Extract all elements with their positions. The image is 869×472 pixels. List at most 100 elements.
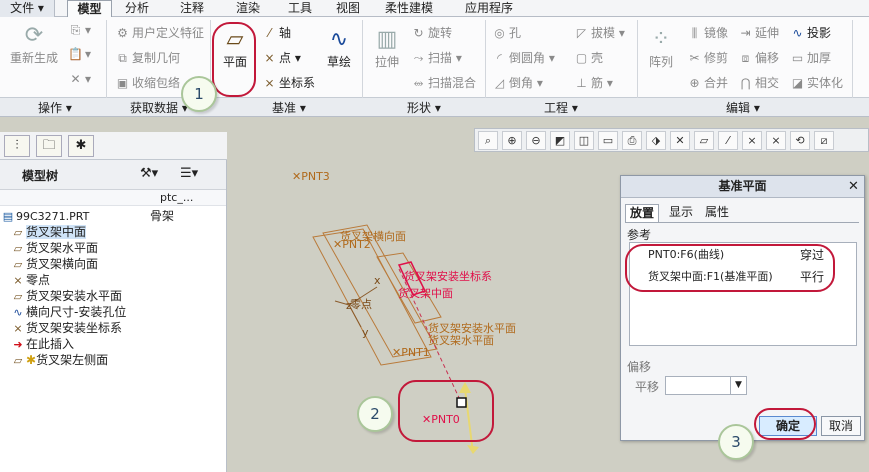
- tree-row-horizontal-plane[interactable]: ▱ 货叉架水平面: [0, 240, 226, 256]
- solidify-button[interactable]: ◪ 实体化: [790, 74, 843, 91]
- project-icon: ∿: [792, 26, 803, 40]
- chevron-down-icon[interactable]: ▼: [730, 377, 746, 394]
- horizontal-plane-label[interactable]: 货叉架水平面: [428, 332, 494, 348]
- csys-button[interactable]: ⨯ 坐标系: [262, 74, 315, 91]
- extrude-button[interactable]: ▥ 拉伸: [370, 27, 404, 70]
- view-manager-icon[interactable]: ⎙: [622, 131, 642, 150]
- zero-point-label[interactable]: 零点: [350, 296, 372, 312]
- group-datum[interactable]: 基准 ▾: [272, 99, 306, 116]
- tab-flexible-modeling[interactable]: 柔性建模: [378, 0, 440, 17]
- tree-row-part[interactable]: ▤ 99C3271.PRT 骨架: [0, 208, 226, 224]
- axis-y-label: y: [362, 326, 369, 339]
- tree-row-left-side-plane[interactable]: ▱ ✱货叉架左侧面: [0, 352, 226, 368]
- tree-row-lateral-plane[interactable]: ▱ 货叉架横向面: [0, 256, 226, 272]
- intersect-button[interactable]: ⋂ 相交: [738, 74, 779, 91]
- pattern-button[interactable]: ⁘ 阵列: [644, 27, 678, 70]
- tree-row-center-plane[interactable]: ▱ 货叉架中面: [0, 224, 226, 240]
- group-engineering[interactable]: 工程 ▾: [544, 99, 578, 116]
- pnt3-label[interactable]: ✕PNT3: [292, 170, 330, 183]
- trim-button[interactable]: ✂ 修剪: [687, 49, 728, 66]
- tree-column-header[interactable]: ptc_...: [0, 190, 226, 206]
- tab-placement[interactable]: 放置: [625, 204, 660, 222]
- tab-tools[interactable]: 工具: [278, 0, 322, 17]
- translate-input[interactable]: ▼: [665, 376, 747, 395]
- round-button[interactable]: ◜ 倒圆角 ▾: [492, 49, 555, 66]
- tab-display[interactable]: 显示: [665, 204, 697, 222]
- tree-row-insert-here[interactable]: ➜ 在此插入: [0, 336, 226, 352]
- delete-icon[interactable]: ✕ ▾: [68, 72, 91, 86]
- cancel-button[interactable]: 取消: [821, 416, 861, 436]
- hole-icon: ◎: [494, 26, 505, 40]
- axis-display-icon[interactable]: ⁄: [718, 131, 738, 150]
- project-button[interactable]: ∿ 投影: [790, 24, 831, 41]
- group-get-data[interactable]: 获取数据 ▾: [130, 99, 188, 116]
- sweep-button[interactable]: ⤳ 扫描 ▾: [411, 49, 462, 66]
- udf-button[interactable]: ⚙ 用户定义特征: [115, 24, 204, 41]
- tree-row-mount-horizontal-plane[interactable]: ▱ 货叉架安装水平面: [0, 288, 226, 304]
- close-icon[interactable]: ✕: [848, 179, 859, 194]
- datum-point-icon: ⨯: [13, 274, 23, 287]
- rib-button[interactable]: ⊥ 筋 ▾: [574, 74, 613, 91]
- copy-icon[interactable]: ⎘ ▾: [68, 23, 91, 38]
- shell-button[interactable]: ▢ 壳: [574, 49, 603, 66]
- tree-row-zero-point[interactable]: ⨯ 零点: [0, 272, 226, 288]
- shell-icon: ▢: [575, 51, 588, 65]
- callout-ring-plane: [212, 22, 256, 97]
- csys-label[interactable]: 货叉架安装坐标系: [404, 268, 492, 284]
- mirror-button[interactable]: ⫼ 镜像: [687, 24, 728, 41]
- group-shapes[interactable]: 形状 ▾: [407, 99, 441, 116]
- group-operations[interactable]: 操作 ▾: [38, 99, 72, 116]
- merge-button[interactable]: ⊕ 合并: [687, 74, 728, 91]
- sketch-button[interactable]: ∿ 草绘: [322, 27, 356, 70]
- revolve-button[interactable]: ↻ 旋转: [411, 24, 452, 41]
- perspective-icon[interactable]: ⬗: [646, 131, 666, 150]
- chamfer-button[interactable]: ◿ 倒角 ▾: [492, 74, 543, 91]
- csys-display-icon[interactable]: ⨯: [766, 131, 786, 150]
- point-button[interactable]: × 点 ▾: [262, 49, 300, 66]
- group-editing[interactable]: 编辑 ▾: [726, 99, 760, 116]
- tab-properties[interactable]: 属性: [701, 204, 733, 222]
- axis-icon: ⁄: [268, 26, 271, 40]
- shrinkwrap-button[interactable]: ▣ 收缩包络: [115, 74, 180, 91]
- tree-row-sketch[interactable]: ∿ 横向尺寸-安装孔位: [0, 304, 226, 320]
- solidify-icon: ◪: [791, 76, 804, 90]
- pnt1-label[interactable]: ✕PNT1: [392, 346, 430, 359]
- tab-applications[interactable]: 应用程序: [456, 0, 522, 17]
- tab-file[interactable]: 文件 ▾: [0, 0, 55, 17]
- swept-blend-button[interactable]: ⥈ 扫描混合: [411, 74, 476, 91]
- center-plane-label[interactable]: 货叉架中面: [398, 285, 453, 301]
- spin-center-icon[interactable]: ⟲: [790, 131, 810, 150]
- tab-model[interactable]: 模型: [67, 0, 112, 18]
- callout-ring-references: [625, 244, 835, 292]
- plane-display-icon[interactable]: ▱: [694, 131, 714, 150]
- draft-button[interactable]: ◸ 拔模 ▾: [574, 24, 625, 41]
- udf-icon: ⚙: [117, 26, 128, 40]
- callout-ring-ok: [754, 408, 816, 440]
- thicken-button[interactable]: ▭ 加厚: [790, 49, 831, 66]
- tree-show-icon[interactable]: ☰▾: [180, 166, 198, 181]
- tab-annotate[interactable]: 注释: [170, 0, 214, 17]
- offset-icon: ⧈: [741, 51, 750, 65]
- mirror-icon: ⫼: [691, 26, 698, 40]
- regenerate-button[interactable]: ⟳ 重新生成: [6, 23, 62, 66]
- point-display-icon[interactable]: ×: [742, 131, 762, 150]
- hole-button[interactable]: ◎ 孔: [492, 24, 521, 41]
- annotation-display-icon[interactable]: ✕: [670, 131, 690, 150]
- offset-button[interactable]: ⧈ 偏移: [738, 49, 779, 66]
- model-tree-tab-icon[interactable]: ⫶: [4, 135, 30, 157]
- pnt2-label[interactable]: ✕PNT2: [333, 238, 371, 251]
- revolve-icon: ↻: [413, 26, 424, 40]
- paste-icon[interactable]: 📋 ▾: [68, 47, 91, 61]
- favorites-tab-icon[interactable]: ✱: [68, 135, 94, 157]
- axis-button[interactable]: ⁄ 轴: [262, 24, 291, 41]
- extend-button[interactable]: ⇥ 延伸: [738, 24, 779, 41]
- copy-geometry-button[interactable]: ⧉ 复制几何: [115, 49, 180, 66]
- tab-render[interactable]: 渲染: [226, 0, 270, 17]
- tree-settings-icon[interactable]: ⚒▾: [140, 166, 158, 181]
- tree-row-csys[interactable]: ⨯ 货叉架安装坐标系: [0, 320, 226, 336]
- tab-view[interactable]: 视图: [328, 0, 368, 17]
- folder-browser-tab-icon[interactable]: 🗀: [36, 135, 62, 157]
- extra-display-icon[interactable]: ⧄: [814, 131, 834, 150]
- tab-analysis[interactable]: 分析: [115, 0, 159, 17]
- csys-icon: ⨯: [264, 76, 275, 90]
